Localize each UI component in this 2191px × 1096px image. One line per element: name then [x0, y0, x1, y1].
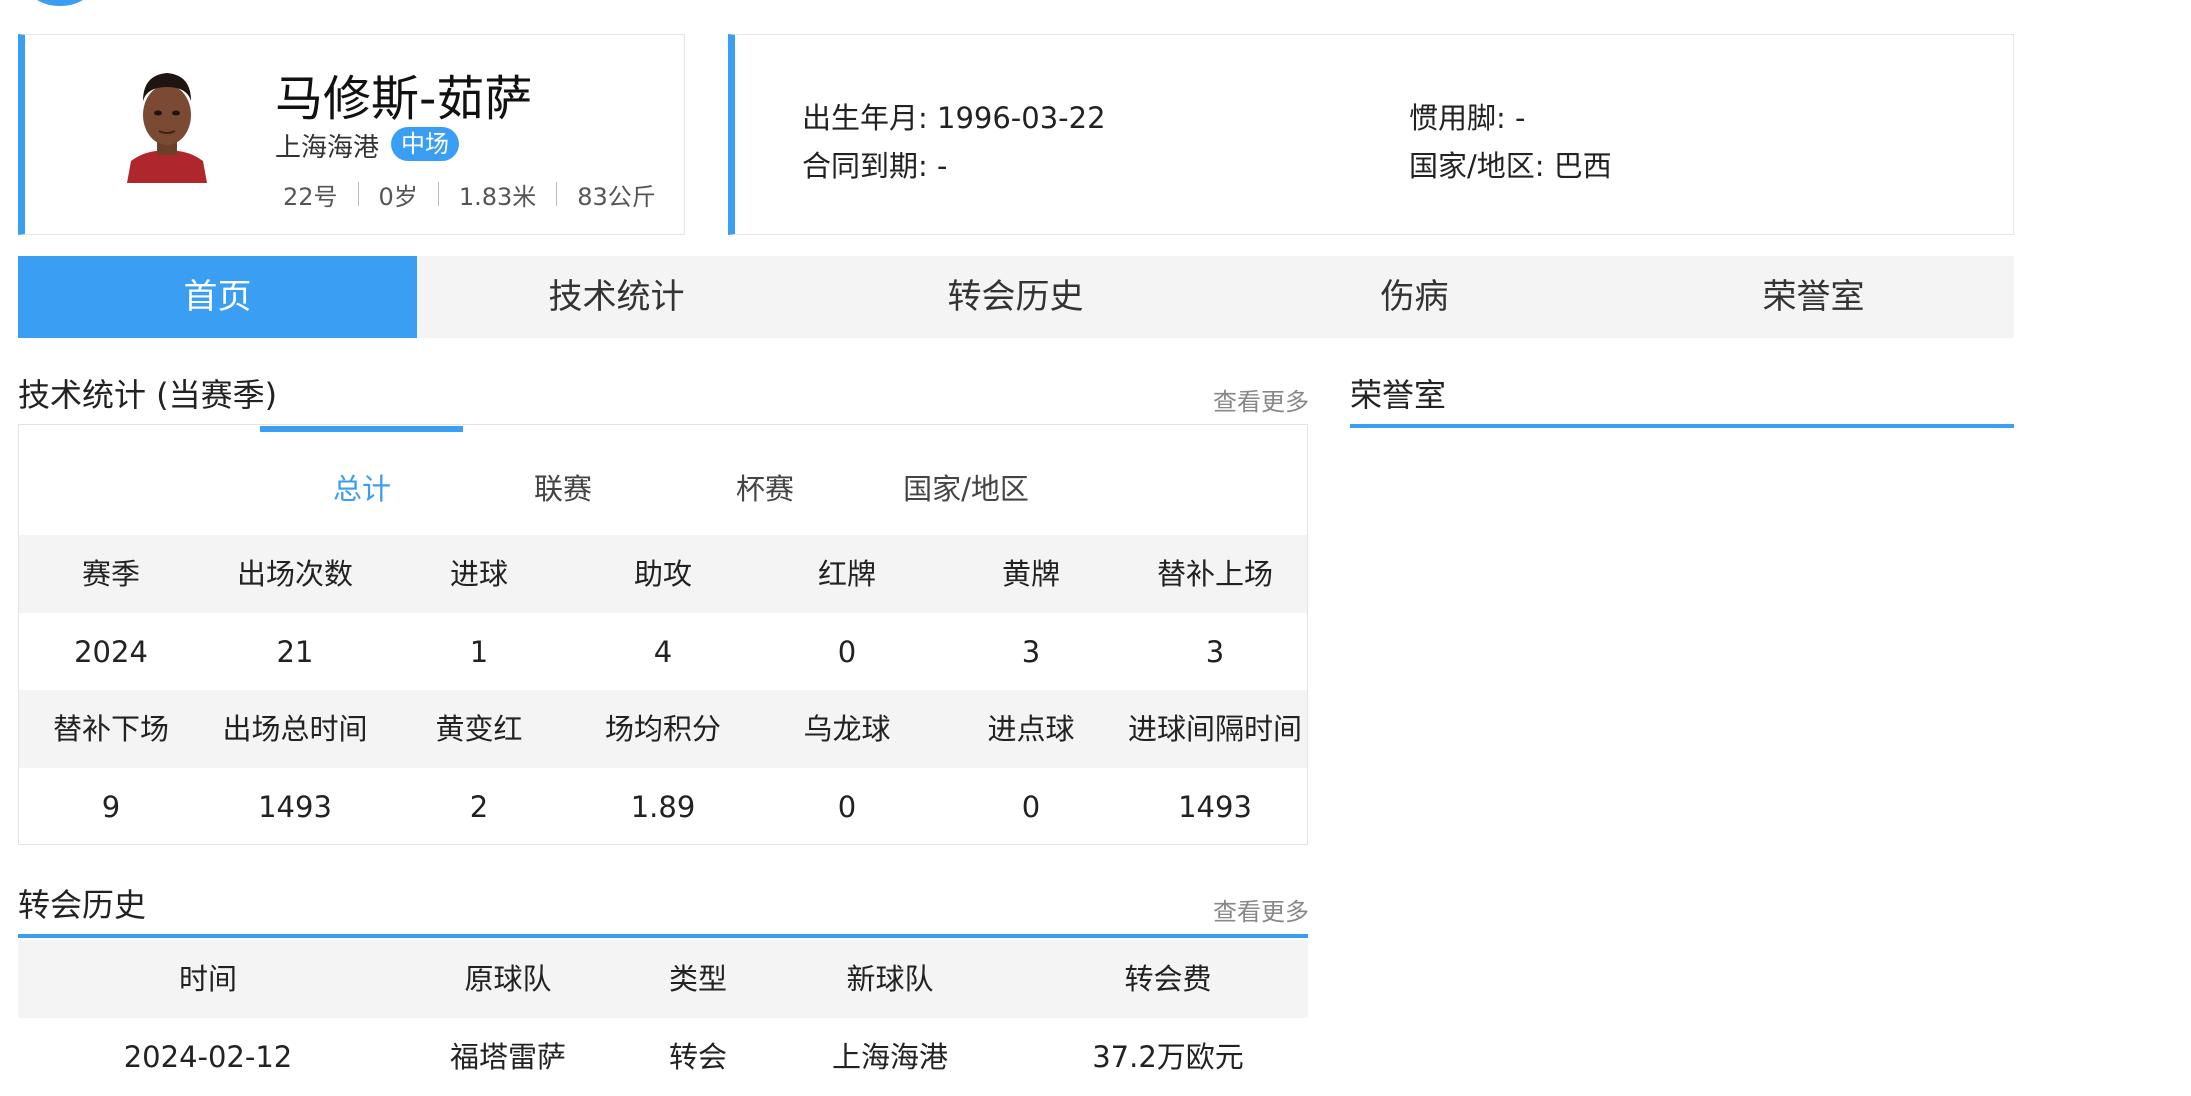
table-cell: 0: [837, 635, 857, 669]
birth-date: 出生年月: 1996-03-22: [802, 101, 1106, 135]
column-header: 助攻: [633, 557, 692, 591]
table-cell: 3: [1021, 635, 1041, 669]
main-nav-tabs: 首页 技术统计 转会历史 伤病 荣誉室: [18, 256, 2014, 338]
column-header: 乌龙球: [803, 712, 891, 746]
transfer-fee: 37.2万欧元: [1092, 1040, 1244, 1074]
stats-value-row: 9 1493 2 1.89 0 0 1493: [19, 768, 1307, 846]
transfers-section-title: 转会历史: [18, 886, 147, 924]
player-weight: 83公斤: [577, 182, 656, 211]
column-header: 转会费: [1124, 962, 1212, 996]
table-cell: 21: [276, 635, 314, 669]
column-header: 黄牌: [1001, 557, 1060, 591]
stats-header-row: 替补下场 出场总时间 黄变红 场均积分 乌龙球 进点球 进球间隔时间: [19, 690, 1307, 768]
player-name: 马修斯-茹萨: [275, 71, 533, 127]
transfers-header-row: 时间 原球队 类型 新球队 转会费: [18, 940, 1308, 1018]
divider: [357, 182, 359, 206]
divider: [437, 182, 439, 206]
tab-technical-stats[interactable]: 技术统计: [417, 256, 816, 338]
table-cell: 1493: [258, 790, 332, 824]
table-cell: 0: [1021, 790, 1041, 824]
column-header: 出场次数: [236, 557, 353, 591]
tab-transfer-history[interactable]: 转会历史: [816, 256, 1215, 338]
player-team-link[interactable]: 上海海港: [275, 127, 379, 164]
table-cell: 4: [653, 635, 673, 669]
column-header: 进点球: [987, 712, 1075, 746]
column-header: 进球: [449, 557, 508, 591]
column-header: 时间: [178, 962, 237, 996]
contract-expiry: 合同到期: -: [802, 149, 948, 183]
column-header: 进球间隔时间: [1127, 712, 1302, 746]
player-attributes: 22号 0岁 1.83米 83公斤: [283, 178, 656, 211]
transfers-underline: [18, 934, 1308, 938]
column-header: 红牌: [817, 557, 876, 591]
column-header: 类型: [668, 962, 727, 996]
column-header: 新球队: [846, 962, 934, 996]
column-header: 黄变红: [435, 712, 523, 746]
transfer-type: 转会: [668, 1040, 727, 1074]
player-info-card: 出生年月: 1996-03-22 惯用脚: - 合同到期: - 国家/地区: 巴…: [728, 34, 2014, 235]
column-header: 替补下场: [52, 712, 169, 746]
stats-value-row: 2024 21 1 4 0 3 3: [19, 613, 1307, 691]
column-header: 赛季: [81, 557, 140, 591]
table-cell: 1: [469, 635, 489, 669]
table-cell: 9: [101, 790, 121, 824]
from-team-link[interactable]: 福塔雷萨: [398, 1018, 618, 1096]
stats-section-title: 技术统计 (当赛季): [18, 376, 278, 414]
stats-more-link[interactable]: 查看更多: [1213, 382, 1309, 417]
top-avatar-circle: [30, 0, 90, 6]
subtab-cup[interactable]: 杯赛: [665, 466, 865, 508]
column-header: 原球队: [464, 962, 552, 996]
table-cell: 0: [837, 790, 857, 824]
table-cell: 2: [469, 790, 489, 824]
preferred-foot: 惯用脚: -: [1409, 101, 1526, 135]
tab-home[interactable]: 首页: [18, 256, 417, 338]
position-badge: 中场: [391, 127, 459, 161]
column-header: 出场总时间: [222, 712, 368, 746]
divider: [556, 182, 558, 206]
player-number: 22号: [283, 182, 338, 211]
player-height: 1.83米: [458, 182, 537, 211]
stats-header-row: 赛季 出场次数 进球 助攻 红牌 黄牌 替补上场: [19, 535, 1307, 613]
honors-section-title: 荣誉室: [1350, 376, 1447, 414]
honors-underline: [1350, 424, 2014, 428]
table-cell: 1493: [1178, 790, 1252, 824]
table-cell: 1.89: [630, 790, 696, 824]
column-header: 替补上场: [1156, 557, 1273, 591]
subtab-total[interactable]: 总计: [262, 466, 462, 508]
nationality: 国家/地区: 巴西: [1409, 149, 1612, 183]
subtab-national[interactable]: 国家/地区: [866, 466, 1066, 508]
subtab-active-indicator: [260, 426, 463, 432]
column-header: 场均积分: [604, 712, 721, 746]
table-cell: 2024: [74, 635, 148, 669]
transfers-more-link[interactable]: 查看更多: [1213, 892, 1309, 927]
tab-honors[interactable]: 荣誉室: [1614, 256, 2013, 338]
table-cell: 3: [1205, 635, 1225, 669]
transfer-date: 2024-02-12: [123, 1040, 293, 1074]
to-team-link[interactable]: 上海海港: [780, 1018, 1000, 1096]
table-row: 2024-02-12 福塔雷萨 转会 上海海港 37.2万欧元: [18, 1018, 1308, 1096]
player-age: 0岁: [378, 182, 418, 211]
player-photo: [117, 57, 217, 183]
subtab-league[interactable]: 联赛: [463, 466, 663, 508]
tab-injuries[interactable]: 伤病: [1215, 256, 1614, 338]
player-profile-card: 马修斯-茹萨 上海海港 中场 22号 0岁 1.83米 83公斤: [18, 34, 685, 235]
